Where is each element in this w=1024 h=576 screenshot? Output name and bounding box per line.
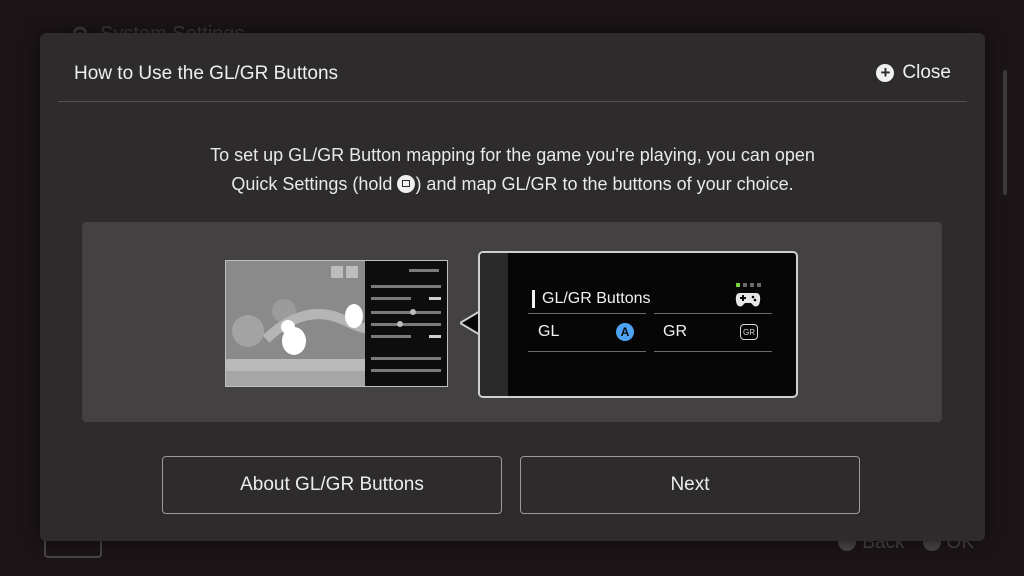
dialog-title: How to Use the GL/GR Buttons: [74, 63, 339, 84]
qs-slider: [371, 323, 441, 326]
title-divider: [58, 101, 967, 102]
gl-gr-help-dialog: How to Use the GL/GR Buttons + Close To …: [40, 33, 985, 541]
qs-row: [371, 357, 441, 360]
gr-button-icon: GR: [740, 324, 758, 340]
row-divider: [654, 351, 772, 352]
about-gl-gr-button[interactable]: About GL/GR Buttons: [162, 456, 502, 514]
scrollbar[interactable]: [1003, 70, 1007, 195]
controller-status-dots: [736, 283, 761, 287]
qs-row: [371, 297, 411, 300]
home-button-icon: [397, 175, 416, 193]
callout-side-strip: [480, 253, 508, 396]
qs-slider-knob: [410, 309, 416, 315]
qs-toggle: [429, 335, 441, 338]
close-button[interactable]: + Close: [876, 62, 951, 84]
qs-row: [371, 335, 411, 338]
gl-gr-callout: GL/GR Buttons GL A GR GR: [478, 251, 798, 398]
gl-label: GL: [538, 323, 560, 340]
row-divider: [528, 351, 646, 352]
qs-row: [371, 369, 441, 372]
gr-label: GR: [663, 323, 687, 340]
selection-bar: [532, 290, 535, 308]
a-button-icon: A: [616, 323, 634, 341]
qs-row: [371, 285, 441, 288]
qs-slider: [371, 311, 441, 314]
row-divider: [654, 313, 772, 314]
close-label: Close: [902, 62, 951, 83]
dialog-description: To set up GL/GR Button mapping for the g…: [210, 145, 815, 194]
plus-circle-icon: +: [876, 64, 895, 82]
row-divider: [528, 313, 646, 314]
quick-settings-panel: [365, 261, 447, 386]
next-button[interactable]: Next: [520, 456, 860, 514]
qs-row: [409, 269, 439, 272]
qs-slider-knob: [397, 321, 403, 327]
illustration-panel: GL/GR Buttons GL A GR GR: [82, 222, 942, 422]
callout-title: GL/GR Buttons: [532, 290, 651, 308]
qs-toggle: [429, 297, 441, 300]
game-screen-thumbnail: [225, 260, 448, 387]
controller-icon: [735, 293, 761, 307]
